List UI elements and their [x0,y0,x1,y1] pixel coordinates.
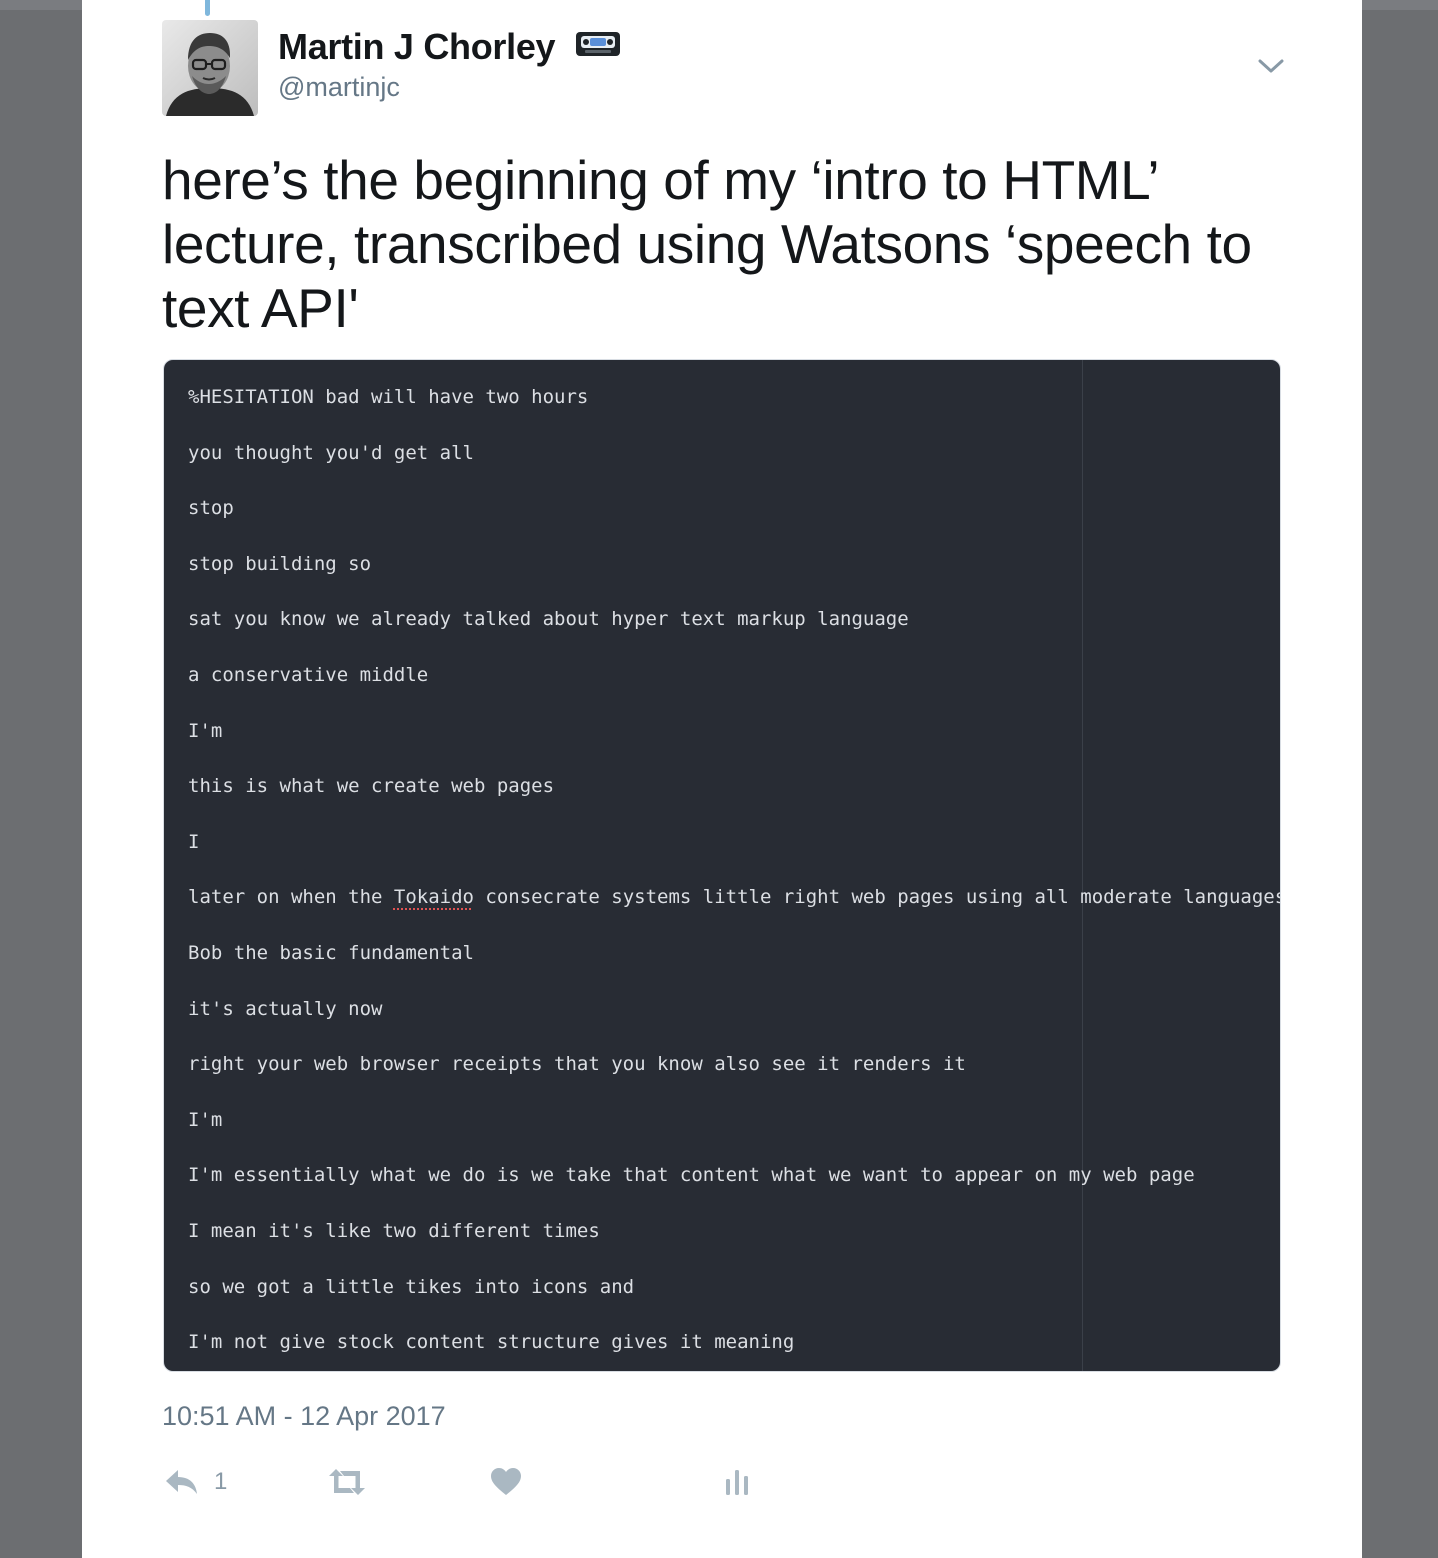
transcript-line: I [188,830,200,853]
transcript-text: %HESITATION bad will have two hours you … [188,384,1281,1371]
transcript-line: Bob the basic fundamental [188,941,474,964]
chevron-down-icon[interactable] [1256,54,1286,78]
transcript-line: %HESITATION bad will have two hours [188,386,589,408]
tweet-text-line: here’s the beginning of my ‘intro to HTM… [162,149,1160,211]
display-name[interactable]: Martin J Chorley [278,26,556,68]
transcript-line: stop [188,497,234,520]
like-button[interactable] [490,1462,522,1502]
tweet-actions: 1 [162,1462,748,1502]
username-handle[interactable]: @martinjc [278,72,400,103]
misspelled-word: Tokaido [393,886,474,909]
videocassette-icon [575,31,621,57]
reply-count: 1 [214,1468,228,1495]
transcript-line: I'm not give stock content structure giv… [188,1331,795,1354]
transcript-line: sat you know we already talked about hyp… [188,608,909,631]
transcript-line: so we got a little tikes into icons and [188,1275,635,1298]
thread-connector-line [205,0,210,16]
tweet-text-line: lecture, transcribed using Watsons ‘spee… [162,213,1252,275]
tweet-timestamp[interactable]: 10:51 AM - 12 Apr 2017 [162,1401,446,1432]
transcript-line: you thought you'd get all [188,441,474,464]
attached-image[interactable]: %HESITATION bad will have two hours you … [163,359,1281,1372]
transcript-line-spellcheck: later on when the Tokaido consecrate sys… [188,886,1281,909]
retweet-icon [326,1467,368,1497]
tweet-card: Martin J Chorley @martinjc here’s the be… [82,0,1362,1558]
tweet-text-line: text API' [162,277,359,339]
tweet-text: here’s the beginning of my ‘intro to HTM… [162,148,1282,340]
transcript-line: I'm [188,719,223,742]
transcript-line: I'm [188,1108,223,1131]
transcript-line: this is what we create web pages [188,775,555,798]
avatar[interactable] [162,20,258,116]
reply-icon [164,1467,200,1497]
transcript-line: a conservative middle [188,663,429,686]
analytics-icon [725,1467,751,1497]
transcript-line: right your web browser receipts that you… [188,1053,966,1076]
transcript-line: it's actually now [188,997,383,1020]
retweet-button[interactable] [326,1462,368,1502]
transcript-line: stop building so [188,552,372,575]
transcript-line: I'm essentially what we do is we take th… [188,1164,1195,1187]
reply-button[interactable]: 1 [164,1462,227,1502]
heart-icon [490,1467,522,1497]
transcript-line: I mean it's like two different times [188,1219,600,1242]
analytics-button[interactable] [725,1462,751,1502]
